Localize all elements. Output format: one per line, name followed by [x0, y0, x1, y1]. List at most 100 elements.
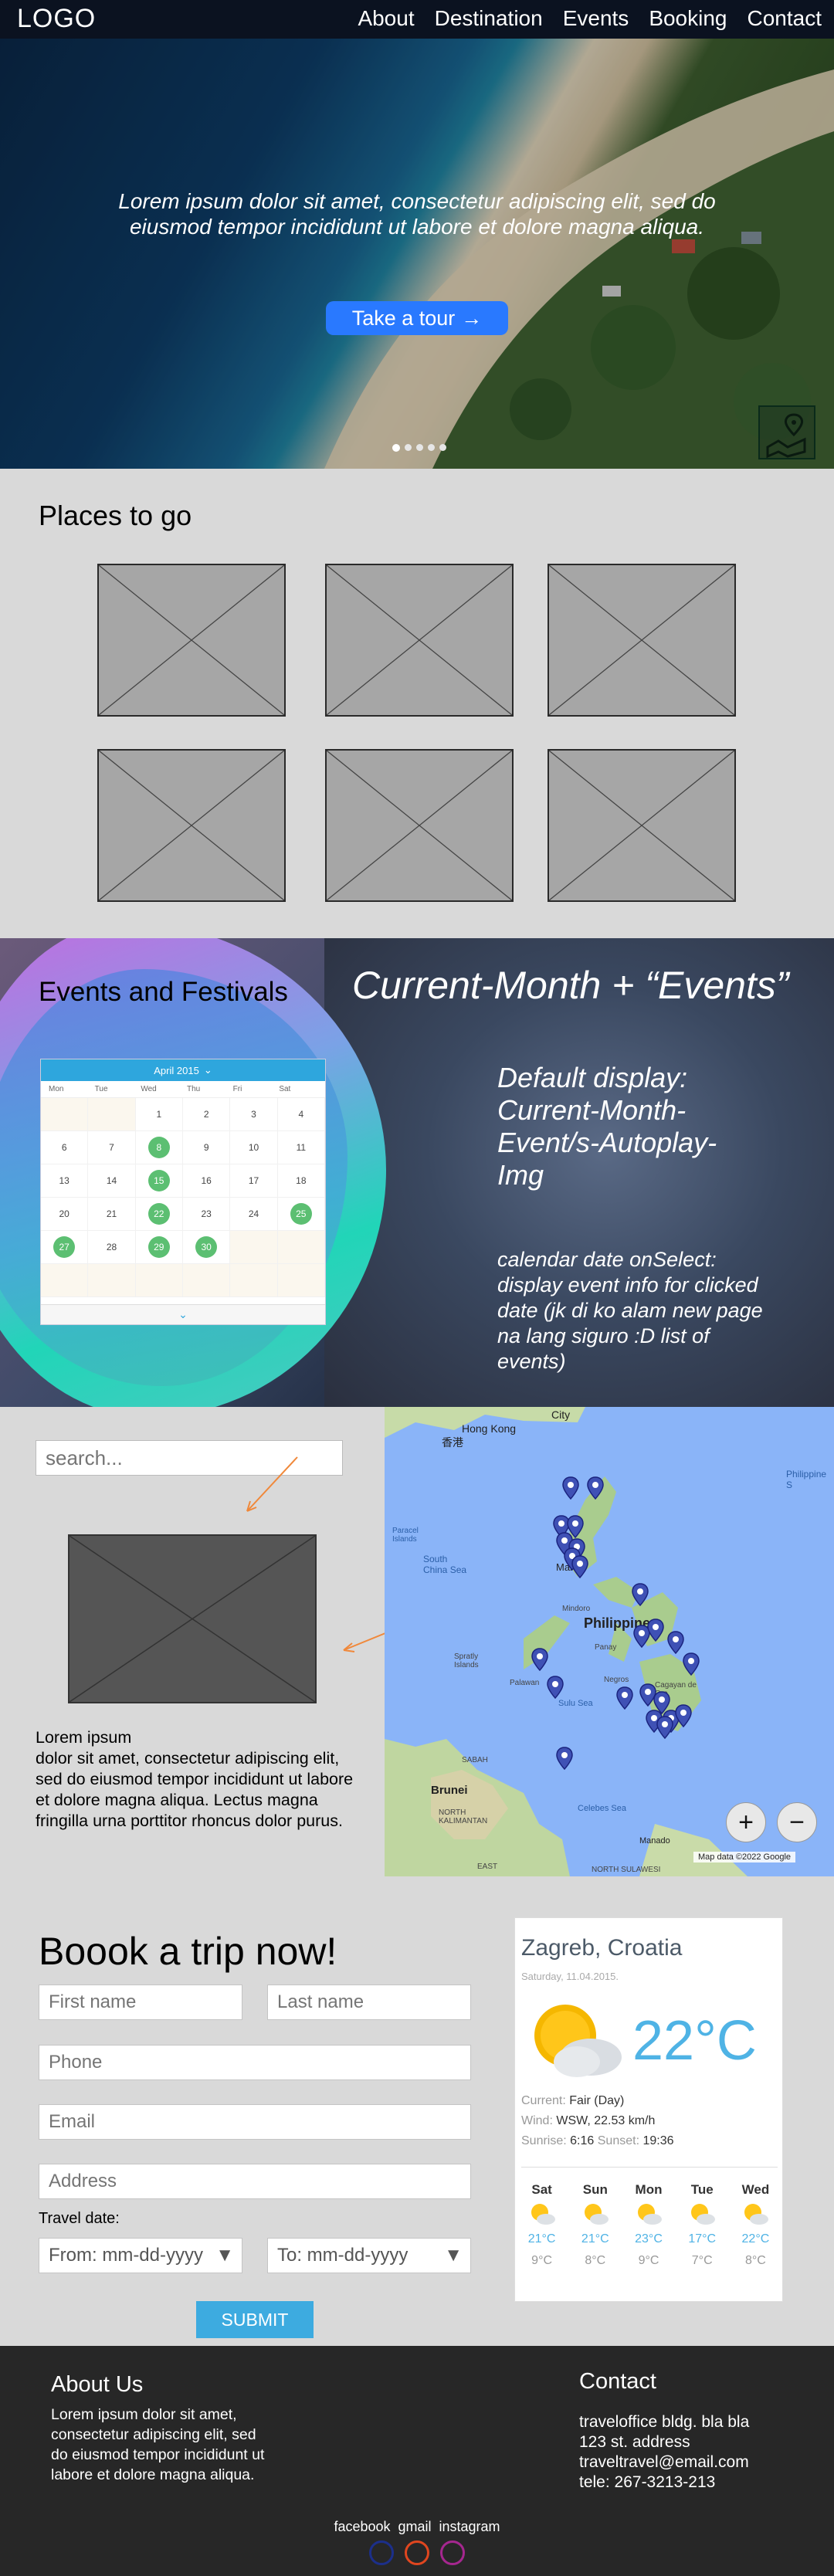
carousel-dot[interactable]	[439, 444, 446, 451]
carousel-dot[interactable]	[416, 444, 423, 451]
gmail-icon[interactable]	[405, 2540, 429, 2565]
calendar-day[interactable]: 11	[277, 1131, 325, 1164]
last-name-field[interactable]	[267, 1985, 471, 2020]
calendar-day	[182, 1264, 231, 1297]
calendar-day[interactable]: 1	[135, 1098, 183, 1131]
forecast-day-name: Wed	[741, 2182, 770, 2197]
calendar-day[interactable]: 4	[277, 1098, 325, 1131]
caret-down-icon: ▼	[444, 2245, 463, 2266]
calendar-day[interactable]: 22	[135, 1198, 183, 1231]
place-tile[interactable]	[325, 564, 514, 717]
map-pin-icon[interactable]	[571, 1555, 588, 1582]
calendar-grid: 1 2 3 4 6 7 8 9 10 11 13 14 15 16 17 18 20 21 22 23 24 25 27 28…	[41, 1098, 325, 1297]
weather-widget: Zagreb, Croatia Saturday, 11.04.2015. 22…	[514, 1917, 783, 2302]
carousel-dot[interactable]	[405, 444, 412, 451]
address-field[interactable]	[39, 2164, 471, 2199]
nav-link-about[interactable]: About	[358, 6, 414, 31]
wind-label: Wind:	[521, 2114, 553, 2127]
take-a-tour-button[interactable]: Take a tour →	[326, 301, 508, 335]
map-location-button[interactable]	[758, 405, 815, 459]
map-label: Spratly Islands	[454, 1652, 479, 1669]
nav-link-destination[interactable]: Destination	[435, 6, 543, 31]
facebook-icon[interactable]	[369, 2540, 394, 2565]
calendar-day[interactable]: 30	[182, 1231, 231, 1264]
facebook-link[interactable]: facebook	[334, 2519, 390, 2535]
calendar-day[interactable]: 2	[182, 1098, 231, 1131]
calendar-day[interactable]: 17	[230, 1164, 278, 1198]
map-pin-icon[interactable]	[667, 1631, 684, 1658]
map-section: Lorem ipsum dolor sit amet, consectetur …	[0, 1407, 834, 1876]
weather-date: Saturday, 11.04.2015.	[521, 1971, 619, 1982]
map-pin-icon[interactable]	[562, 1476, 579, 1503]
map-pin-icon[interactable]	[616, 1686, 633, 1713]
map-pin-icon[interactable]	[587, 1476, 604, 1503]
carousel-dot[interactable]	[392, 444, 400, 452]
event-day-marker: 15	[147, 1170, 170, 1191]
zoom-out-button[interactable]: −	[777, 1802, 817, 1842]
map-label: South China Sea	[423, 1554, 467, 1575]
place-tile[interactable]	[325, 749, 514, 902]
to-date-picker[interactable]: To: mm-dd-yyyy ▼	[267, 2238, 471, 2273]
forecast-high: 22°C	[741, 2232, 770, 2246]
calendar-day[interactable]: 18	[277, 1164, 325, 1198]
calendar-day[interactable]: 23	[182, 1198, 231, 1231]
place-tile[interactable]	[548, 749, 736, 902]
calendar-day[interactable]: 14	[88, 1164, 136, 1198]
current-month-heading: Current-Month + “Events”	[352, 964, 789, 1007]
calendar-header[interactable]: April 2015 ⌄	[41, 1059, 325, 1081]
place-tile[interactable]	[548, 564, 736, 717]
sun-cloud-icon	[638, 2204, 662, 2225]
map-pin-icon[interactable]	[675, 1704, 692, 1731]
map-pin-icon[interactable]	[683, 1652, 700, 1679]
sunrise-label: Sunrise:	[521, 2134, 567, 2147]
map-pin-icon[interactable]	[556, 1747, 573, 1774]
calendar-day[interactable]: 10	[230, 1131, 278, 1164]
nav-link-contact[interactable]: Contact	[748, 6, 822, 31]
place-tile[interactable]	[97, 564, 286, 717]
calendar-day[interactable]: 15	[135, 1164, 183, 1198]
phone-field[interactable]	[39, 2045, 471, 2080]
calendar-day[interactable]: 16	[182, 1164, 231, 1198]
event-day-marker: 30	[195, 1236, 218, 1258]
calendar-day[interactable]: 27	[41, 1231, 89, 1264]
hero-tagline: Lorem ipsum dolor sit amet, consectetur …	[118, 189, 716, 239]
calendar-day[interactable]: 3	[230, 1098, 278, 1131]
map-pin-icon[interactable]	[647, 1618, 664, 1646]
calendar-day[interactable]: 21	[88, 1198, 136, 1231]
calendar-expand-button[interactable]: ⌄	[41, 1304, 325, 1324]
calendar-day[interactable]: 13	[41, 1164, 89, 1198]
gmail-link[interactable]: gmail	[398, 2519, 432, 2535]
google-map[interactable]: Hong Kong 香港 City Paracel Islands South …	[385, 1407, 834, 1876]
nav-link-booking[interactable]: Booking	[649, 6, 727, 31]
first-name-field[interactable]	[39, 1985, 242, 2020]
calendar-day[interactable]: 6	[41, 1131, 89, 1164]
from-date-picker[interactable]: From: mm-dd-yyyy ▼	[39, 2238, 242, 2273]
instagram-link[interactable]: instagram	[439, 2519, 500, 2535]
calendar-day[interactable]: 7	[88, 1131, 136, 1164]
map-pin-icon[interactable]	[632, 1583, 649, 1610]
place-tile[interactable]	[97, 749, 286, 902]
calendar-day[interactable]: 28	[88, 1231, 136, 1264]
places-title: Places to go	[39, 500, 192, 531]
calendar-day[interactable]: 20	[41, 1198, 89, 1231]
instagram-icon[interactable]	[440, 2540, 465, 2565]
forecast-day: Tue 17°C 7°C	[676, 2182, 729, 2268]
social-icons	[0, 2540, 834, 2565]
hero-banner: Lorem ipsum dolor sit amet, consectetur …	[0, 39, 834, 469]
email-field[interactable]	[39, 2104, 471, 2140]
logo[interactable]: LOGO	[17, 4, 96, 34]
calendar-day[interactable]: 8	[135, 1131, 183, 1164]
carousel-dot[interactable]	[428, 444, 435, 451]
submit-button[interactable]: SUBMIT	[196, 2301, 314, 2338]
calendar-day[interactable]: 25	[277, 1198, 325, 1231]
calendar-day[interactable]: 9	[182, 1131, 231, 1164]
zoom-in-button[interactable]: +	[726, 1802, 766, 1842]
map-label: Manado	[639, 1836, 670, 1846]
calendar-day[interactable]: 24	[230, 1198, 278, 1231]
map-pin-icon[interactable]	[531, 1648, 548, 1675]
nav-link-events[interactable]: Events	[563, 6, 629, 31]
calendar-weekdays: Mon Tue Wed Thu Fri Sat	[41, 1081, 325, 1098]
calendar-day[interactable]: 29	[135, 1231, 183, 1264]
map-pin-icon[interactable]	[547, 1676, 564, 1703]
map-pin-icon[interactable]	[656, 1716, 673, 1743]
